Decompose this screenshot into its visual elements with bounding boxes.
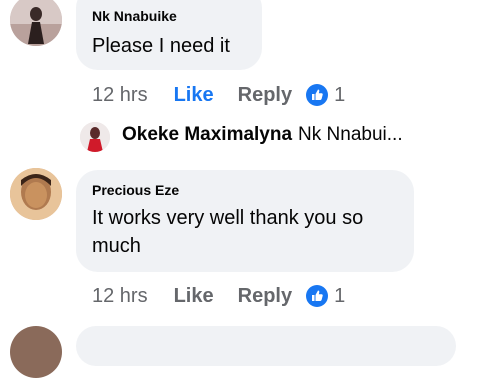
reply-snippet: Nk Nnabui... <box>298 124 403 145</box>
comment-text: Please I need it <box>92 35 230 57</box>
reply-avatar[interactable] <box>80 122 110 152</box>
like-button[interactable]: Like <box>174 84 214 107</box>
reply-button[interactable]: Reply <box>238 84 292 107</box>
avatar[interactable] <box>10 326 62 378</box>
thumbs-up-icon[interactable] <box>306 285 329 307</box>
reply-preview[interactable]: Okeke Maximalyna Nk Nnabui... <box>122 124 403 146</box>
comment-time[interactable]: 12 hrs <box>92 285 148 308</box>
comment-actions: 12 hrs Like Reply 1 <box>92 281 345 311</box>
comment-time[interactable]: 12 hrs <box>92 84 148 107</box>
profile-photo-icon <box>80 122 110 152</box>
profile-photo-icon <box>10 0 62 46</box>
reaction-count[interactable]: 1 <box>334 285 345 308</box>
avatar[interactable] <box>10 168 62 220</box>
comment-bubble <box>76 326 456 366</box>
comment-bubble: Precious Eze It works very well thank yo… <box>76 170 414 272</box>
like-button[interactable]: Like <box>174 285 214 308</box>
comment-author[interactable]: Nk Nnabuike <box>92 8 177 24</box>
reply-button[interactable]: Reply <box>238 285 292 308</box>
comment-actions: 12 hrs Like Reply 1 <box>92 80 345 110</box>
reaction-count[interactable]: 1 <box>334 84 345 107</box>
profile-photo-icon <box>10 168 62 220</box>
reply-author[interactable]: Okeke Maximalyna <box>122 124 292 146</box>
comment-text: It works very well thank you so much <box>92 207 364 257</box>
comment-author[interactable]: Precious Eze <box>92 182 179 198</box>
thumbs-up-icon[interactable] <box>306 84 329 106</box>
comment-bubble: Nk Nnabuike Please I need it <box>76 0 262 70</box>
avatar[interactable] <box>10 0 62 46</box>
